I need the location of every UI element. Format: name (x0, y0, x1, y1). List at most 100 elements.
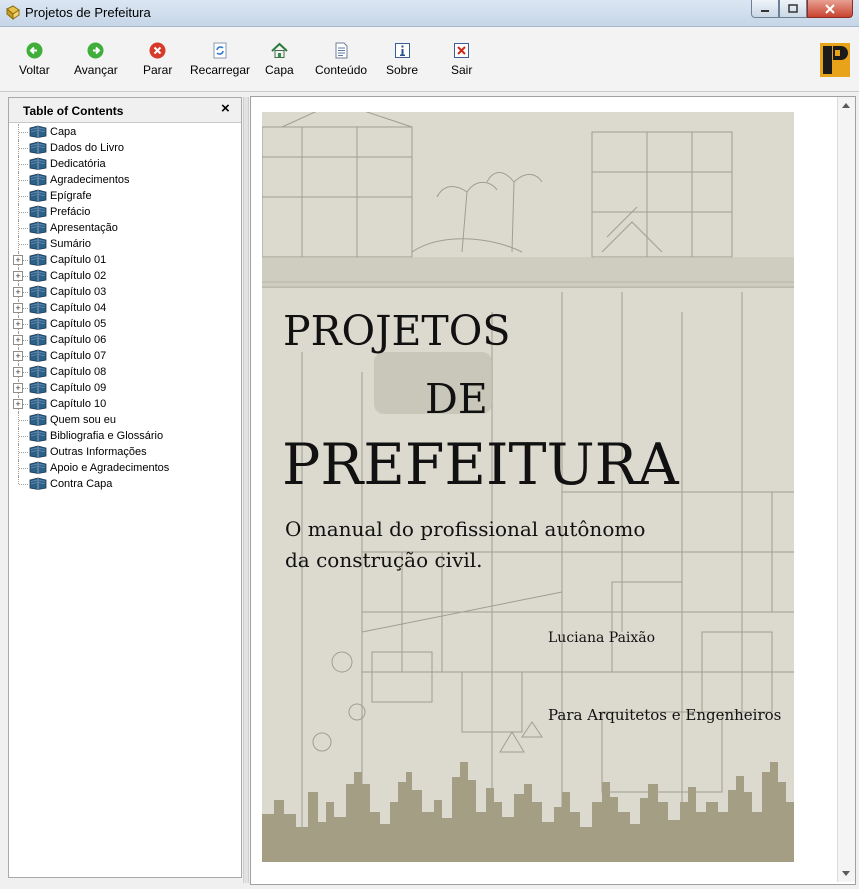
toc-item[interactable]: + Capítulo 03 (11, 284, 237, 300)
minimize-button[interactable] (751, 0, 779, 18)
back-button[interactable]: Voltar (19, 42, 50, 77)
book-cover: PROJETOS DE PREFEITURA O manual do profi… (262, 112, 794, 862)
toc-item-label: Capítulo 03 (50, 286, 107, 298)
tree-connector (19, 132, 28, 133)
close-window-button[interactable] (807, 0, 853, 18)
toc-item[interactable]: + Capítulo 09 (11, 380, 237, 396)
book-icon (29, 461, 47, 474)
expand-plus-icon[interactable]: + (13, 383, 23, 393)
book-icon (29, 141, 47, 154)
exit-icon (454, 43, 470, 58)
brand-logo-icon (820, 43, 850, 77)
about-button[interactable]: Sobre (386, 42, 418, 77)
book-icon (29, 365, 47, 378)
toc-item-label: Quem sou eu (50, 414, 117, 426)
home-label: Capa (265, 63, 294, 77)
expand-plus-icon[interactable]: + (13, 271, 23, 281)
contents-label: Conteúdo (315, 63, 368, 77)
vertical-scrollbar[interactable] (837, 97, 855, 882)
toc-item-label: Capítulo 01 (50, 254, 107, 266)
cover-title-line2: DE (425, 375, 488, 423)
toc-item[interactable]: Quem sou eu (11, 412, 237, 428)
back-label: Voltar (19, 63, 50, 77)
maximize-icon (788, 4, 798, 13)
tree-connector (19, 244, 28, 245)
exit-button[interactable]: Sair (451, 42, 472, 77)
toc-item[interactable]: Agradecimentos (11, 172, 237, 188)
toc-item[interactable]: + Capítulo 05 (11, 316, 237, 332)
toc-item-label: Dedicatória (50, 158, 106, 170)
content-view: PROJETOS DE PREFEITURA O manual do profi… (250, 96, 856, 885)
toc-item[interactable]: Bibliografia e Glossário (11, 428, 237, 444)
expand-plus-icon[interactable]: + (13, 367, 23, 377)
toc-item-label: Epígrafe (50, 190, 92, 202)
toolbar: Voltar Avançar Parar Recarregar Capa Con… (0, 27, 859, 92)
expand-plus-icon[interactable]: + (13, 319, 23, 329)
toc-item[interactable]: Contra Capa (11, 476, 237, 492)
pane-splitter[interactable] (243, 97, 249, 883)
scroll-down-arrow-icon[interactable] (842, 871, 850, 876)
tree-connector (19, 436, 28, 437)
book-icon (29, 445, 47, 458)
book-icon (29, 125, 47, 138)
refresh-icon (213, 42, 227, 59)
home-icon (271, 42, 288, 58)
refresh-button[interactable]: Recarregar (190, 42, 250, 77)
expand-plus-icon[interactable]: + (13, 255, 23, 265)
forward-label: Avançar (74, 63, 118, 77)
toc-item-label: Bibliografia e Glossário (50, 430, 164, 442)
book-icon (29, 205, 47, 218)
toc-item[interactable]: Outras Informações (11, 444, 237, 460)
toc-item[interactable]: + Capítulo 08 (11, 364, 237, 380)
toc-item-label: Capítulo 02 (50, 270, 107, 282)
toc-close-button[interactable]: × (221, 100, 230, 117)
toc-item-label: Capítulo 05 (50, 318, 107, 330)
toc-item[interactable]: Apresentação (11, 220, 237, 236)
toc-item[interactable]: + Capítulo 01 (11, 252, 237, 268)
toc-item[interactable]: + Capítulo 04 (11, 300, 237, 316)
toc-tree: Capa Dados do Livro Dedicatória Agradecimen… (11, 124, 237, 492)
expand-plus-icon[interactable]: + (13, 399, 23, 409)
cover-title-line1: PROJETOS (283, 307, 511, 355)
tree-connector (19, 164, 28, 165)
expand-plus-icon[interactable]: + (13, 335, 23, 345)
toc-item[interactable]: Apoio e Agradecimentos (11, 460, 237, 476)
book-icon (29, 349, 47, 362)
exit-label: Sair (451, 63, 473, 77)
window-title: Projetos de Prefeitura (25, 5, 151, 20)
toc-item[interactable]: + Capítulo 07 (11, 348, 237, 364)
toc-item[interactable]: Epígrafe (11, 188, 237, 204)
cover-subtitle-line2: da construção civil. (285, 548, 483, 572)
toc-item[interactable]: + Capítulo 06 (11, 332, 237, 348)
minimize-icon (761, 9, 769, 12)
home-button[interactable]: Capa (265, 42, 294, 77)
tree-connector (18, 476, 19, 484)
scroll-up-arrow-icon[interactable] (842, 103, 850, 108)
book-icon (29, 301, 47, 314)
expand-plus-icon[interactable]: + (13, 351, 23, 361)
info-icon (394, 43, 410, 58)
toc-item[interactable]: + Capítulo 10 (11, 396, 237, 412)
contents-button[interactable]: Conteúdo (315, 42, 367, 77)
toc-item[interactable]: Dados do Livro (11, 140, 237, 156)
book-icon (29, 333, 47, 346)
stop-label: Parar (143, 63, 173, 77)
toc-item-label: Capítulo 06 (50, 334, 107, 346)
forward-button[interactable]: Avançar (74, 42, 118, 77)
maximize-button[interactable] (779, 0, 807, 18)
toc-item-label: Capítulo 09 (50, 382, 107, 394)
toc-item[interactable]: Dedicatória (11, 156, 237, 172)
toc-item-label: Capítulo 04 (50, 302, 107, 314)
cover-author: Luciana Paixão (548, 630, 656, 646)
toc-item[interactable]: Prefácio (11, 204, 237, 220)
book-icon (29, 477, 47, 490)
toc-item[interactable]: + Capítulo 02 (11, 268, 237, 284)
expand-plus-icon[interactable]: + (13, 287, 23, 297)
stop-button[interactable]: Parar (143, 42, 172, 77)
expand-plus-icon[interactable]: + (13, 303, 23, 313)
tree-connector (19, 452, 28, 453)
toc-item-label: Agradecimentos (50, 174, 130, 186)
toc-item-label: Outras Informações (50, 446, 147, 458)
toc-item[interactable]: Capa (11, 124, 237, 140)
toc-item[interactable]: Sumário (11, 236, 237, 252)
